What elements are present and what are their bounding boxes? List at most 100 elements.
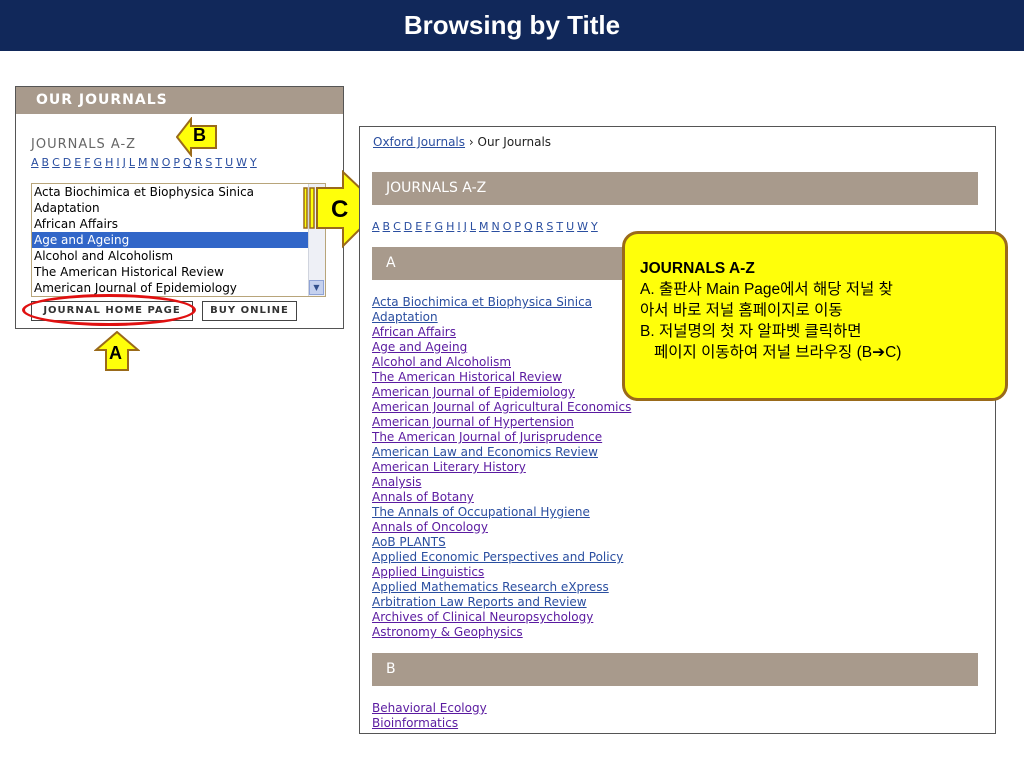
journal-listbox[interactable]: Acta Biochimica et Biophysica Sinica Ada… — [31, 183, 326, 297]
letter-link[interactable]: H — [105, 156, 113, 169]
journal-list-b: Behavioral Ecology Bioinformatics — [372, 701, 487, 731]
journal-link[interactable]: Archives of Clinical Neuropsychology — [372, 610, 631, 625]
letter-link[interactable]: F — [84, 156, 90, 169]
letter-link[interactable]: G — [94, 156, 103, 169]
list-item[interactable]: The American Historical Review — [32, 264, 325, 280]
letter-link[interactable]: Y — [250, 156, 257, 169]
journal-link[interactable]: Analysis — [372, 475, 631, 490]
journal-link[interactable]: American Journal of Epidemiology — [372, 385, 631, 400]
journal-link[interactable]: Annals of Botany — [372, 490, 631, 505]
list-item[interactable]: Acta Biochimica et Biophysica Sinica — [32, 184, 325, 200]
explanation-note: JOURNALS A-Z A. 출판사 Main Page에서 해당 저널 찾 … — [622, 231, 1008, 401]
letter-link[interactable]: S — [546, 220, 553, 233]
highlight-ellipse — [22, 294, 196, 326]
az-letter-links: ABCDEFGHIJLMNOPQRSTUWY — [372, 220, 601, 233]
journal-link[interactable]: Arbitration Law Reports and Review — [372, 595, 631, 610]
buy-online-button[interactable]: BUY ONLINE — [202, 301, 297, 321]
letter-link[interactable]: R — [536, 220, 544, 233]
letter-link[interactable]: A — [372, 220, 380, 233]
journal-link[interactable]: Behavioral Ecology — [372, 701, 487, 716]
letter-link[interactable]: L — [470, 220, 476, 233]
journals-az-title: JOURNALS A-Z — [31, 137, 137, 152]
journal-link[interactable]: Alcohol and Alcoholism — [372, 355, 631, 370]
letter-link[interactable]: Q — [183, 156, 192, 169]
letter-link[interactable]: S — [205, 156, 212, 169]
journal-link[interactable]: Applied Linguistics — [372, 565, 631, 580]
letter-link[interactable]: I — [116, 156, 119, 169]
letter-link[interactable]: O — [503, 220, 512, 233]
breadcrumb-link-oxford[interactable]: Oxford Journals — [373, 135, 465, 149]
journal-link[interactable]: African Affairs — [372, 325, 631, 340]
list-item-selected[interactable]: Age and Ageing — [32, 232, 325, 248]
journal-link[interactable]: American Journal of Hypertension — [372, 415, 631, 430]
letter-link[interactable]: M — [138, 156, 148, 169]
letter-link[interactable]: C — [52, 156, 60, 169]
journal-link[interactable]: American Journal of Agricultural Economi… — [372, 400, 631, 415]
journal-link[interactable]: American Literary History — [372, 460, 631, 475]
letter-link[interactable]: F — [425, 220, 431, 233]
letter-link[interactable]: C — [393, 220, 401, 233]
journal-link[interactable]: Bioinformatics — [372, 716, 487, 731]
section-header-b: B — [372, 653, 978, 686]
journal-link[interactable]: AoB PLANTS — [372, 535, 631, 550]
letter-link[interactable]: J — [123, 156, 126, 169]
note-line: 아서 바로 저널 홈페이지로 이동 — [640, 302, 843, 319]
letter-link[interactable]: B — [383, 220, 391, 233]
letter-link[interactable]: O — [162, 156, 171, 169]
letter-link[interactable]: N — [150, 156, 158, 169]
list-item[interactable]: Alcohol and Alcoholism — [32, 248, 325, 264]
journal-link[interactable]: The American Journal of Jurisprudence — [372, 430, 631, 445]
list-item[interactable]: Adaptation — [32, 200, 325, 216]
journal-link[interactable]: Annals of Oncology — [372, 520, 631, 535]
letter-link[interactable]: I — [457, 220, 460, 233]
letter-link[interactable]: T — [556, 220, 563, 233]
note-line: A. 출판사 Main Page에서 해당 저널 찾 — [640, 281, 893, 298]
list-item[interactable]: African Affairs — [32, 216, 325, 232]
letter-link[interactable]: Y — [591, 220, 598, 233]
letter-link[interactable]: B — [42, 156, 50, 169]
journal-link[interactable]: Age and Ageing — [372, 340, 631, 355]
letter-link[interactable]: M — [479, 220, 489, 233]
letter-link[interactable]: D — [404, 220, 412, 233]
letter-link[interactable]: P — [173, 156, 180, 169]
letter-link[interactable]: W — [236, 156, 247, 169]
letter-link[interactable]: H — [446, 220, 454, 233]
letter-link[interactable]: P — [514, 220, 521, 233]
callout-b-label: B — [193, 125, 206, 145]
letter-link[interactable]: W — [577, 220, 588, 233]
letter-link[interactable]: A — [31, 156, 39, 169]
journal-link[interactable]: The Annals of Occupational Hygiene — [372, 505, 631, 520]
letter-link[interactable]: U — [566, 220, 574, 233]
journal-link[interactable]: Acta Biochimica et Biophysica Sinica — [372, 295, 631, 310]
journal-link[interactable]: Adaptation — [372, 310, 631, 325]
breadcrumb: Oxford Journals › Our Journals — [373, 135, 551, 149]
letter-link[interactable]: R — [195, 156, 203, 169]
letter-link[interactable]: L — [129, 156, 135, 169]
letter-link[interactable]: U — [225, 156, 233, 169]
our-journals-header: OUR JOURNALS — [16, 87, 343, 114]
az-letter-links: ABCDEFGHIJLMNOPQRSTUWY — [31, 156, 260, 169]
letter-link[interactable]: D — [63, 156, 71, 169]
letter-link[interactable]: Q — [524, 220, 533, 233]
letter-link[interactable]: E — [415, 220, 422, 233]
journal-link[interactable]: Applied Economic Perspectives and Policy — [372, 550, 631, 565]
journal-link[interactable]: Applied Mathematics Research eXpress — [372, 580, 631, 595]
callout-a-label: A — [109, 343, 122, 363]
letter-link[interactable]: N — [491, 220, 499, 233]
journal-link[interactable]: Astronomy & Geophysics — [372, 625, 631, 640]
journal-link[interactable]: American Law and Economics Review — [372, 445, 631, 460]
list-item[interactable]: American Journal of Epidemiology — [32, 280, 325, 296]
note-title: JOURNALS A-Z — [640, 260, 755, 277]
journals-az-bar: JOURNALS A-Z — [372, 172, 978, 205]
note-line: B. 저널명의 첫 자 알파벳 클릭하면 — [640, 323, 862, 340]
journals-az-page: Oxford Journals › Our Journals JOURNALS … — [359, 126, 996, 734]
page-title: Browsing by Title — [0, 0, 1024, 51]
journal-link[interactable]: The American Historical Review — [372, 370, 631, 385]
journal-list-a: Acta Biochimica et Biophysica Sinica Ada… — [372, 295, 631, 640]
letter-link[interactable]: T — [215, 156, 222, 169]
callout-c-label: C — [331, 196, 349, 223]
letter-link[interactable]: G — [435, 220, 444, 233]
chevron-down-icon[interactable]: ▼ — [309, 280, 324, 295]
letter-link[interactable]: J — [464, 220, 467, 233]
letter-link[interactable]: E — [74, 156, 81, 169]
